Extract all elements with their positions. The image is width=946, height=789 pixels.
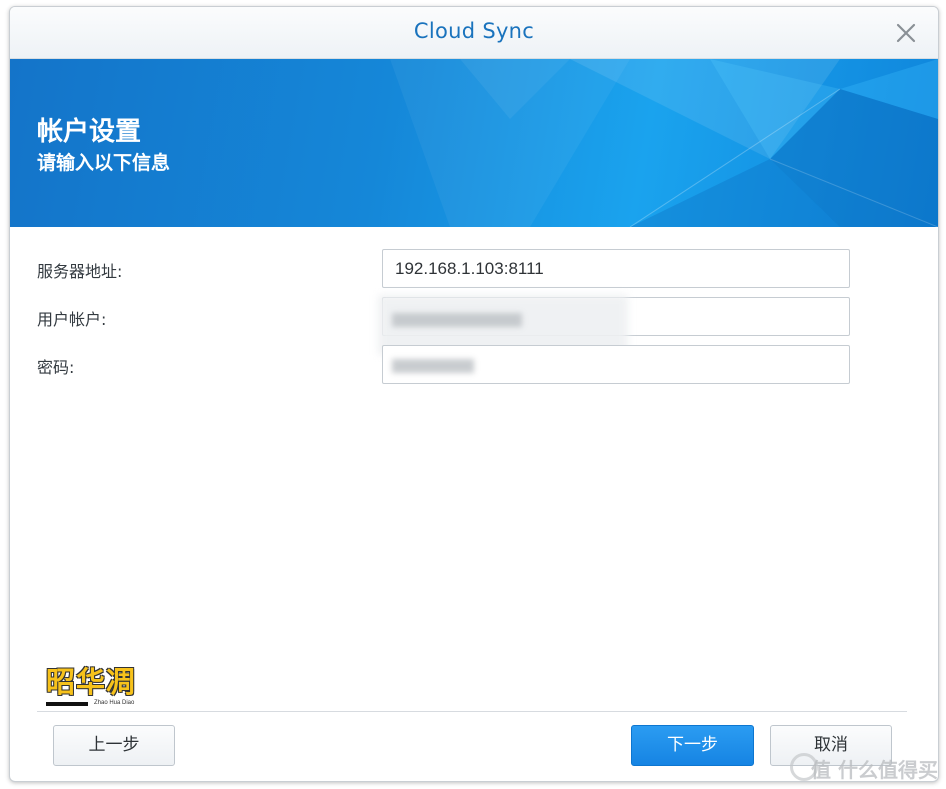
username-redacted [392, 313, 522, 327]
window-title: Cloud Sync [413, 19, 535, 43]
title-bar: Cloud Sync [10, 7, 938, 59]
footer-divider [37, 711, 907, 712]
close-icon[interactable] [894, 21, 918, 45]
header-banner: 帐户设置 请输入以下信息 [10, 59, 938, 227]
next-button[interactable]: 下一步 [631, 725, 754, 766]
logo-caption: Zhao Hua Diao [94, 700, 135, 706]
server-address-input[interactable]: 192.168.1.103:8111 [382, 249, 850, 288]
banner-subtitle: 请输入以下信息 [37, 152, 171, 174]
watermark-text: 值 什么值得买 [811, 758, 938, 782]
cloud-sync-dialog: Cloud Sync 帐户设置 请输入以下信息 服务器地址: 192.168.1… [9, 6, 939, 782]
back-button[interactable]: 上一步 [53, 725, 175, 766]
password-redacted [392, 359, 474, 373]
banner-title: 帐户设置 [37, 117, 142, 147]
banner-decoration [390, 59, 938, 227]
username-label: 用户帐户: [37, 310, 107, 329]
password-label: 密码: [37, 358, 75, 377]
logo-bar [46, 702, 88, 706]
server-address-label: 服务器地址: [37, 262, 123, 281]
logo: 昭华凋 Zhao Hua Diao [46, 659, 156, 709]
logo-text: 昭华凋 [46, 665, 137, 699]
